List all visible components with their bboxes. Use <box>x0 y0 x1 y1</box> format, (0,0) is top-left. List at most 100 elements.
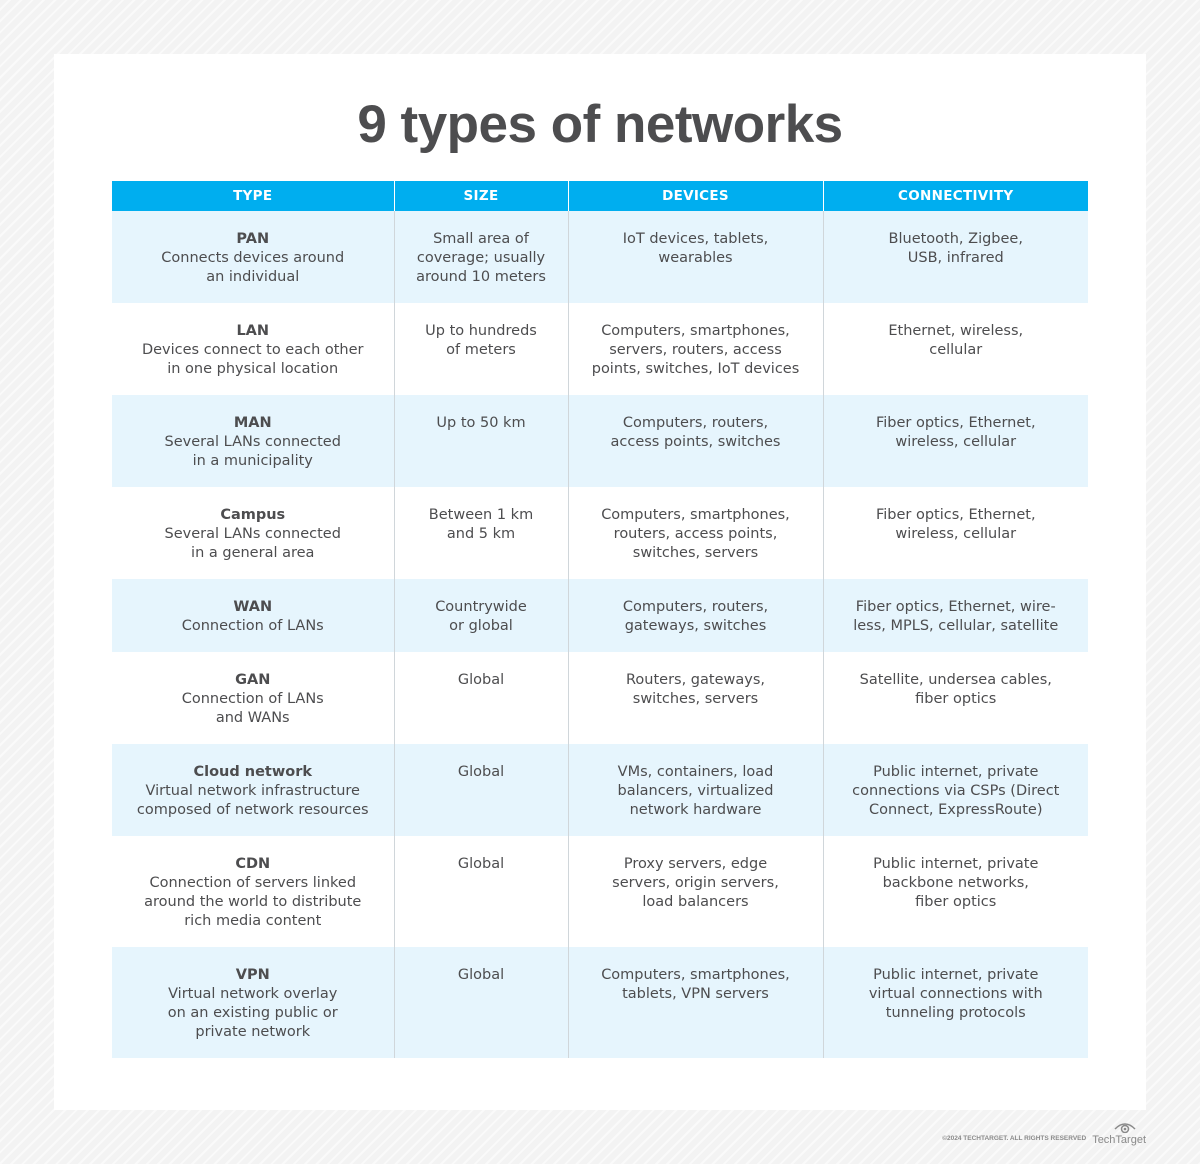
connectivity-cell: Fiber optics, Ethernet, wireless, cellul… <box>822 395 1088 487</box>
network-type-description: Connects devices around an individual <box>161 250 345 285</box>
connectivity-text: Ethernet, wireless, cellular <box>888 323 1024 358</box>
network-type-description: Several LANs connected in a general area <box>164 526 341 561</box>
devices-text: Computers, smartphones, servers, routers… <box>591 323 800 377</box>
header-type: TYPE <box>112 181 394 211</box>
devices-cell: VMs, containers, load balancers, virtual… <box>567 744 823 836</box>
devices-text: VMs, containers, load balancers, virtual… <box>617 764 774 818</box>
connectivity-cell: Public internet, private virtual connect… <box>822 947 1088 1058</box>
size-text: Global <box>457 856 505 872</box>
type-cell: MAN Several LANs connected in a municipal… <box>112 395 394 487</box>
size-text: Small area of coverage; usually around 1… <box>416 231 546 285</box>
type-cell: GAN Connection of LANs and WANs <box>112 652 394 744</box>
eye-icon <box>1114 1123 1136 1133</box>
table-row: GAN Connection of LANs and WANs Global Rout… <box>112 652 1088 744</box>
devices-cell: Proxy servers, edge servers, origin serv… <box>567 836 823 947</box>
logo-text: TechTarget <box>1092 1134 1146 1146</box>
size-cell: Global <box>393 836 568 947</box>
table-row: Cloud network Virtual network infrastruct… <box>112 744 1088 836</box>
size-text: Global <box>457 764 505 780</box>
type-cell: PAN Connects devices around an individual <box>112 211 394 303</box>
network-type-description: Devices connect to each other in one phy… <box>141 342 364 377</box>
size-cell: Up to hundreds of meters <box>393 303 568 395</box>
connectivity-text: Fiber optics, Ethernet, wireless, cellul… <box>875 507 1036 542</box>
devices-cell: Computers, smartphones, routers, access … <box>567 487 823 579</box>
header-size: SIZE <box>393 181 568 211</box>
network-type-name: WAN <box>233 599 273 615</box>
type-cell: LAN Devices connect to each other in one … <box>112 303 394 395</box>
network-type-name: VPN <box>235 967 270 983</box>
connectivity-text: Public internet, private virtual connect… <box>868 967 1043 1021</box>
network-type-description: Virtual network infrastructure composed … <box>136 783 369 818</box>
devices-cell: Routers, gateways, switches, servers <box>567 652 823 744</box>
type-cell: Cloud network Virtual network infrastruct… <box>112 744 394 836</box>
techtarget-logo: TechTarget <box>1092 1123 1146 1146</box>
devices-text: Computers, routers, gateways, switches <box>622 599 769 634</box>
devices-text: Computers, smartphones, tablets, VPN ser… <box>601 967 790 1002</box>
connectivity-text: Fiber optics, Ethernet, wireless, cellul… <box>875 415 1036 450</box>
type-cell: CDN Connection of servers linked around t… <box>112 836 394 947</box>
devices-cell: Computers, smartphones, servers, routers… <box>567 303 823 395</box>
size-cell: Small area of coverage; usually around 1… <box>393 211 568 303</box>
header-devices: DEVICES <box>567 181 823 211</box>
table-header-row: TYPE SIZE DEVICES CONNECTIVITY <box>112 181 1088 211</box>
connectivity-cell: Public internet, private connections via… <box>822 744 1088 836</box>
size-text: Up to 50 km <box>436 415 526 431</box>
connectivity-text: Public internet, private backbone networ… <box>873 856 1039 910</box>
size-cell: Countrywide or global <box>393 579 568 652</box>
type-cell: VPN Virtual network overlay on an existin… <box>112 947 394 1058</box>
connectivity-text: Bluetooth, Zigbee, USB, infrared <box>888 231 1023 266</box>
devices-cell: Computers, routers, access points, switc… <box>567 395 823 487</box>
devices-cell: IoT devices, tablets, wearables <box>567 211 823 303</box>
network-type-description: Connection of servers linked around the … <box>144 875 362 929</box>
copyright-text: ©2024 TECHTARGET. ALL RIGHTS RESERVED <box>942 1135 1087 1142</box>
connectivity-cell: Public internet, private backbone networ… <box>822 836 1088 947</box>
network-types-table: TYPE SIZE DEVICES CONNECTIVITY PAN Connec… <box>112 181 1088 1058</box>
devices-cell: Computers, routers, gateways, switches <box>567 579 823 652</box>
devices-text: Routers, gateways, switches, servers <box>625 672 765 707</box>
network-type-description: Several LANs connected in a municipality <box>164 434 341 469</box>
size-cell: Global <box>393 652 568 744</box>
footer: ©2024 TECHTARGET. ALL RIGHTS RESERVED Te… <box>942 1123 1146 1146</box>
network-type-name: Campus <box>220 507 286 523</box>
page-title: 9 types of networks <box>357 95 843 154</box>
network-type-name: PAN <box>236 231 270 247</box>
devices-text: Computers, routers, access points, switc… <box>610 415 781 450</box>
network-type-description: Connection of LANs and WANs <box>181 691 324 726</box>
network-type-name: CDN <box>235 856 271 872</box>
connectivity-text: Fiber optics, Ethernet, wire- less, MPLS… <box>853 599 1059 634</box>
size-text: Global <box>457 672 505 688</box>
devices-text: Proxy servers, edge servers, origin serv… <box>612 856 779 910</box>
size-cell: Global <box>393 744 568 836</box>
connectivity-text: Satellite, undersea cables, fiber optics <box>859 672 1052 707</box>
table-row: VPN Virtual network overlay on an existin… <box>112 947 1088 1058</box>
network-type-name: GAN <box>235 672 271 688</box>
header-connectivity: CONNECTIVITY <box>822 181 1088 211</box>
connectivity-cell: Ethernet, wireless, cellular <box>822 303 1088 395</box>
network-type-name: LAN <box>236 323 270 339</box>
devices-cell: Computers, smartphones, tablets, VPN ser… <box>567 947 823 1058</box>
size-text: Global <box>457 967 505 983</box>
table-row: CDN Connection of servers linked around t… <box>112 836 1088 947</box>
size-cell: Global <box>393 947 568 1058</box>
size-cell: Up to 50 km <box>393 395 568 487</box>
connectivity-cell: Bluetooth, Zigbee, USB, infrared <box>822 211 1088 303</box>
network-type-description: Connection of LANs <box>181 618 324 634</box>
size-text: Countrywide or global <box>435 599 527 634</box>
network-type-name: Cloud network <box>193 764 313 780</box>
connectivity-cell: Fiber optics, Ethernet, wire- less, MPLS… <box>822 579 1088 652</box>
connectivity-cell: Fiber optics, Ethernet, wireless, cellul… <box>822 487 1088 579</box>
table-row: PAN Connects devices around an individual… <box>112 211 1088 303</box>
size-text: Between 1 km and 5 km <box>428 507 534 542</box>
type-cell: WAN Connection of LANs <box>112 579 394 652</box>
table-row: LAN Devices connect to each other in one … <box>112 303 1088 395</box>
network-type-name: MAN <box>233 415 272 431</box>
connectivity-text: Public internet, private connections via… <box>852 764 1060 818</box>
table-row: Campus Several LANs connected in a genera… <box>112 487 1088 579</box>
network-type-description: Virtual network overlay on an existing p… <box>167 986 338 1040</box>
table-row: MAN Several LANs connected in a municipal… <box>112 395 1088 487</box>
devices-text: Computers, smartphones, routers, access … <box>601 507 790 561</box>
size-text: Up to hundreds of meters <box>425 323 537 358</box>
type-cell: Campus Several LANs connected in a genera… <box>112 487 394 579</box>
size-cell: Between 1 km and 5 km <box>393 487 568 579</box>
table-row: WAN Connection of LANs Countrywide or glob… <box>112 579 1088 652</box>
